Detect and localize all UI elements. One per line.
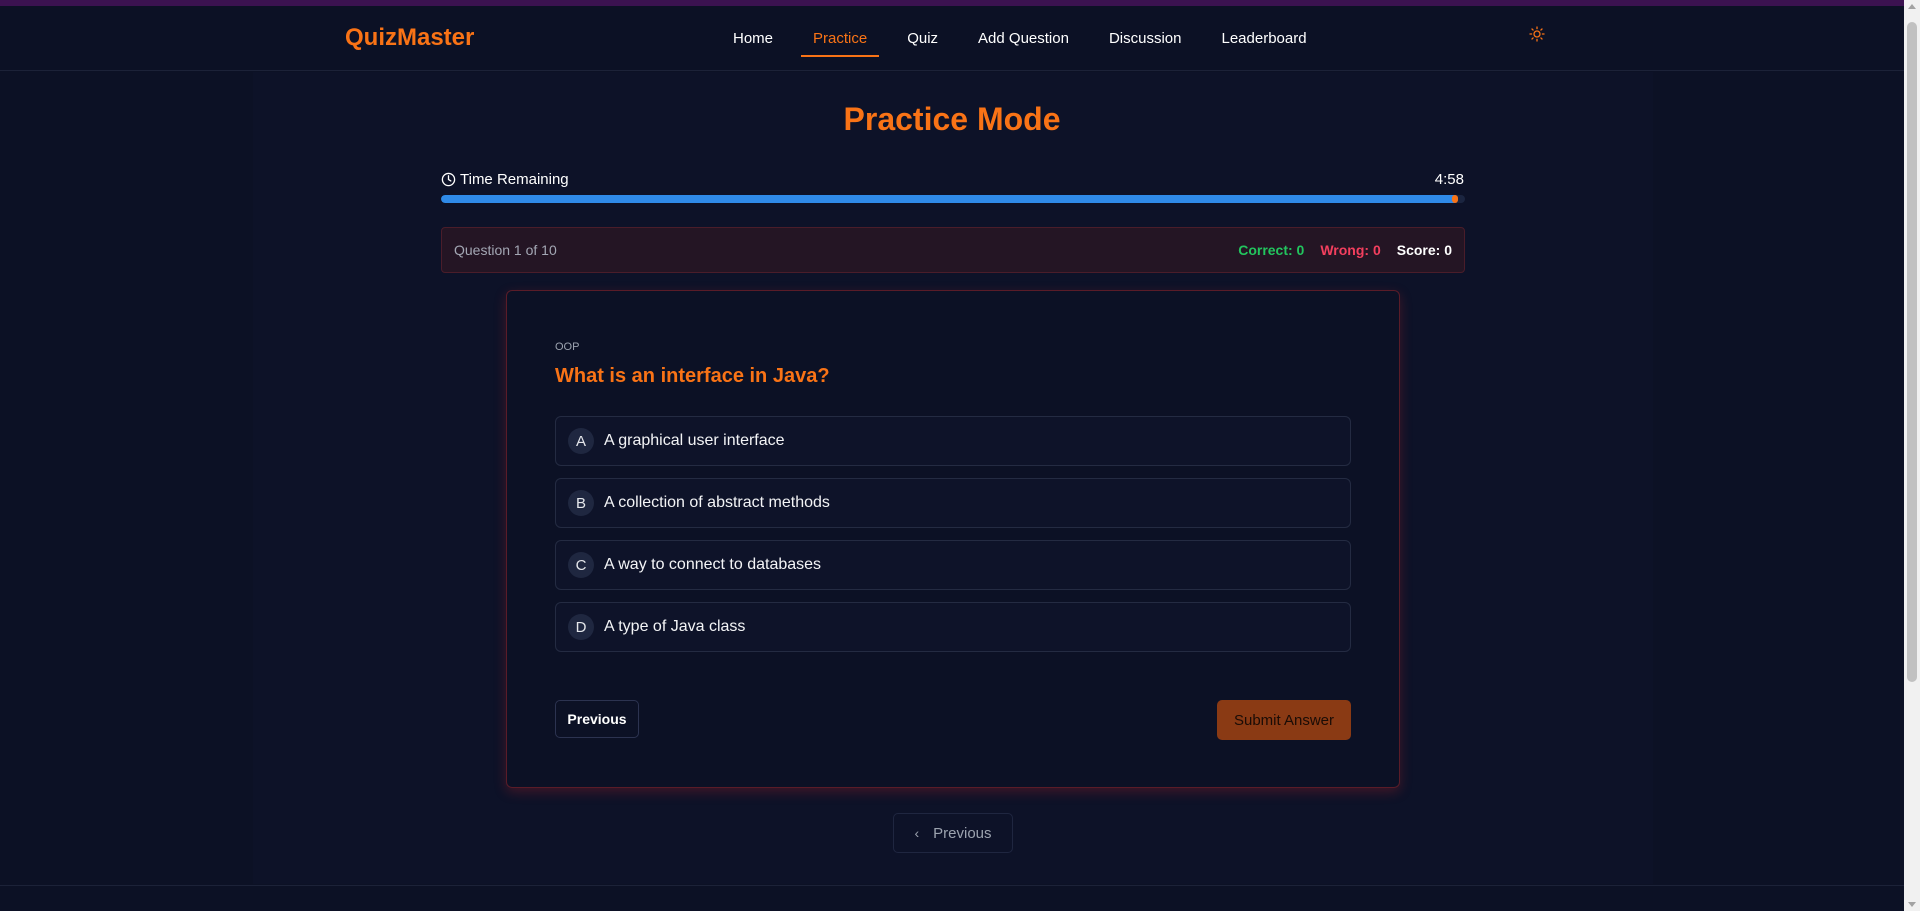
option-letter: C (568, 552, 594, 578)
option-text: A graphical user interface (604, 432, 785, 449)
pager-previous-label: Previous (933, 824, 992, 842)
timer-label-text: Time Remaining (460, 171, 569, 188)
timer-progress-track (441, 195, 1465, 203)
navbar: QuizMaster Home Practice Quiz Add Questi… (0, 6, 1904, 71)
nav-item-quiz[interactable]: Quiz (895, 6, 950, 71)
question-progress: Question 1 of 10 (454, 242, 557, 258)
page-scrollbar[interactable] (1904, 0, 1920, 911)
scrollbar-thumb[interactable] (1907, 22, 1917, 682)
nav-item-home[interactable]: Home (721, 6, 785, 71)
option-letter: A (568, 428, 594, 454)
nav-links: Home Practice Quiz Add Question Discussi… (721, 6, 1335, 71)
question-category: OOP (555, 341, 580, 353)
option-d[interactable]: D A type of Java class (555, 602, 1351, 652)
footer (0, 885, 1904, 911)
nav-item-practice[interactable]: Practice (801, 6, 880, 71)
sun-icon[interactable] (1529, 26, 1549, 46)
correct-count: Correct: 0 (1238, 242, 1305, 258)
score-count: Score: 0 (1396, 242, 1452, 258)
option-letter: D (568, 614, 594, 640)
logo[interactable]: QuizMaster (345, 24, 474, 52)
chevron-left-icon: ‹ (914, 825, 920, 841)
submit-answer-button[interactable]: Submit Answer (1217, 700, 1351, 740)
nav-item-leaderboard[interactable]: Leaderboard (1209, 6, 1318, 71)
nav-item-add-question[interactable]: Add Question (966, 6, 1081, 71)
timer-value: 4:58 (1434, 171, 1464, 188)
option-text: A collection of abstract methods (604, 494, 830, 511)
option-a[interactable]: A A graphical user interface (555, 416, 1351, 466)
scroll-down-arrow-icon[interactable] (1908, 902, 1916, 907)
option-c[interactable]: C A way to connect to databases (555, 540, 1351, 590)
timer-label: Time Remaining (441, 171, 569, 188)
clock-icon (441, 172, 456, 187)
question-card: OOP What is an interface in Java? A A gr… (506, 290, 1400, 788)
wrong-count: Wrong: 0 (1320, 242, 1381, 258)
option-b[interactable]: B A collection of abstract methods (555, 478, 1351, 528)
option-letter: B (568, 490, 594, 516)
pager-previous-button[interactable]: ‹ Previous (893, 813, 1013, 853)
previous-button[interactable]: Previous (555, 700, 639, 738)
option-text: A way to connect to databases (604, 556, 822, 573)
timer-progress-fill (441, 195, 1458, 203)
nav-item-discussion[interactable]: Discussion (1097, 6, 1194, 71)
page-title: Practice Mode (843, 101, 1061, 137)
option-text: A type of Java class (604, 618, 746, 635)
question-text: What is an interface in Java? (555, 365, 830, 387)
scroll-up-arrow-icon[interactable] (1908, 4, 1916, 9)
stats-bar: Question 1 of 10 Correct: 0 Wrong: 0 Sco… (441, 227, 1465, 273)
score-summary: Correct: 0 Wrong: 0 Score: 0 (1238, 242, 1452, 258)
